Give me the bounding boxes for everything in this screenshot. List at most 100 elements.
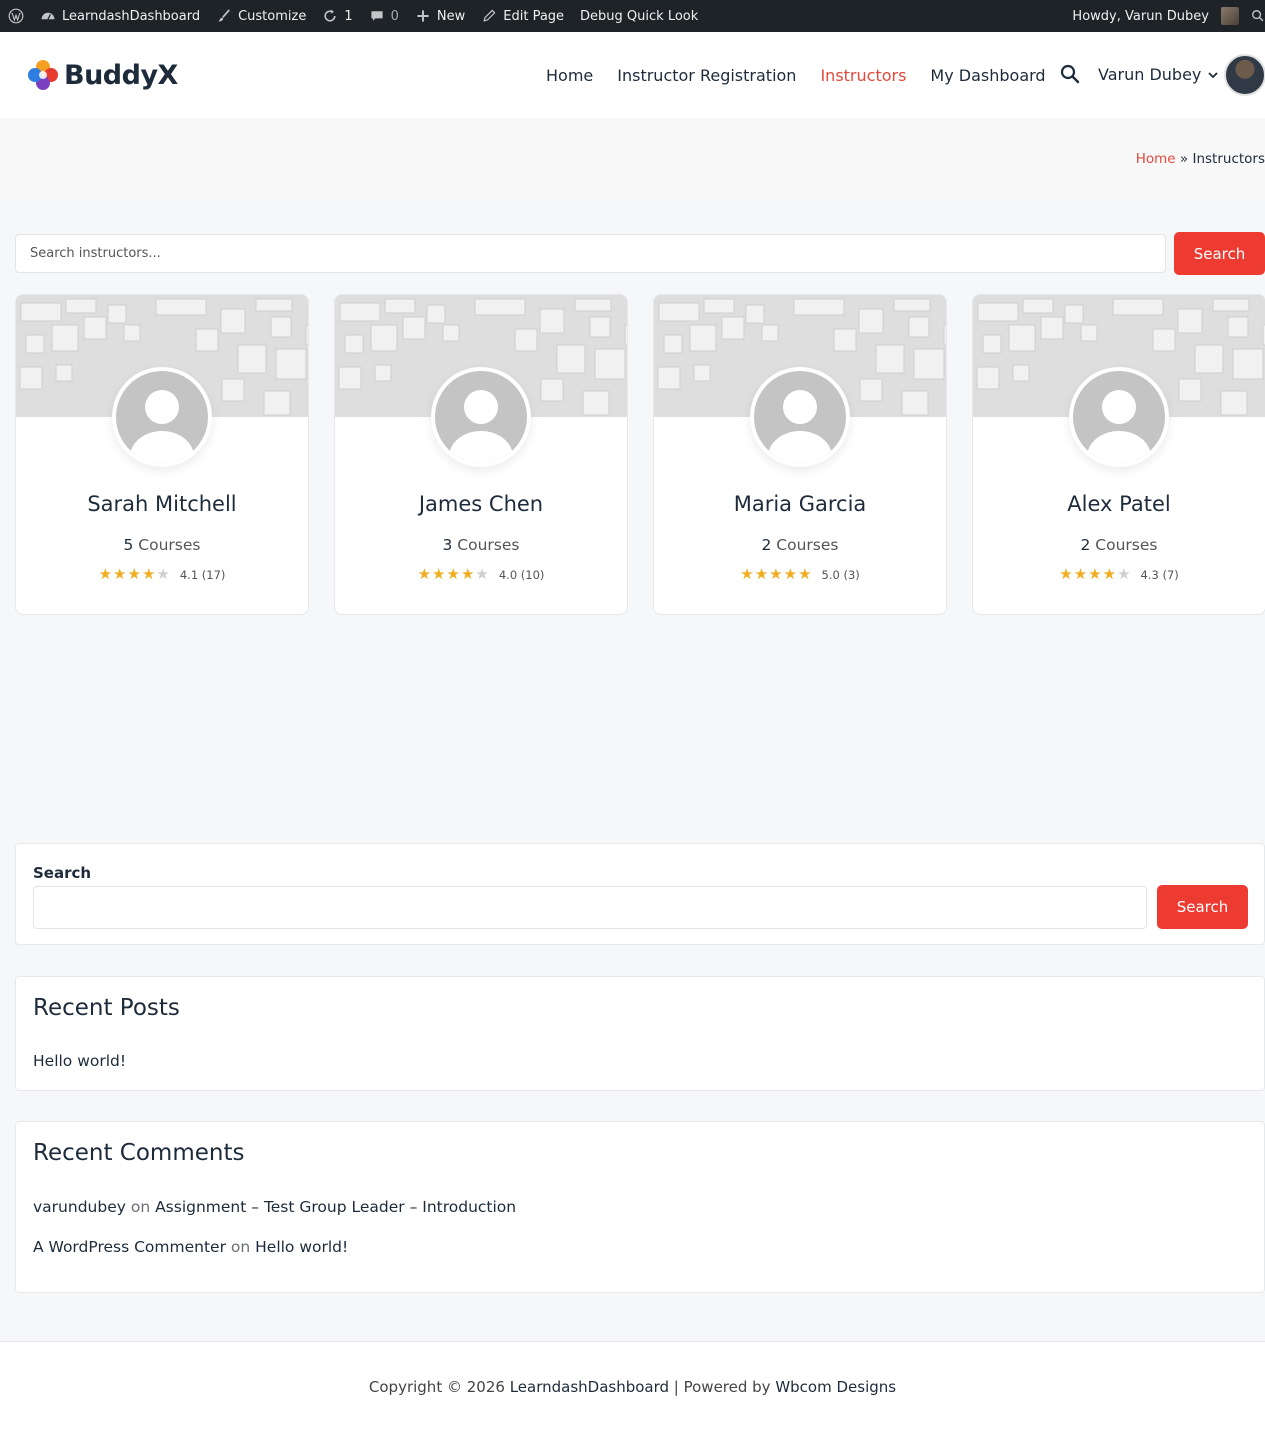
star-rating: ★ ★ ★ ★ ★ [99,567,170,582]
comment-author-link[interactable]: varundubey [33,1198,126,1216]
user-avatar[interactable] [1224,54,1265,96]
site-name-menu[interactable]: LearndashDashboard [32,0,208,32]
instructor-name[interactable]: Sarah Mitchell [16,492,308,516]
recent-comments-widget: Recent Comments varundubey on Assignment… [15,1121,1265,1293]
instructor-search-input[interactable] [15,234,1166,273]
customize-link[interactable]: Customize [208,0,314,32]
instructor-card[interactable]: Alex Patel 2 Courses ★ ★ ★ ★ ★ 4.3 (7) [972,294,1265,615]
instructor-name[interactable]: Maria Garcia [654,492,946,516]
refresh-icon [324,9,336,22]
star-icon: ★ [113,565,127,583]
default-avatar-icon [754,371,846,463]
rating-text: 5.0 (3) [821,567,860,582]
recent-comment-item: A WordPress Commenter on Hello world! [33,1238,349,1256]
edit-page-link[interactable]: Edit Page [473,0,572,32]
my-account-menu[interactable]: Howdy, Varun Dubey [1064,0,1247,32]
instructor-name[interactable]: Alex Patel [973,492,1265,516]
instructor-rating: ★ ★ ★ ★ ★ 5.0 (3) [654,567,946,582]
instructor-search-button[interactable]: Search [1174,232,1265,275]
default-avatar-icon [1073,371,1165,463]
instructor-avatar[interactable] [431,367,531,467]
star-icon: ★ [1088,565,1102,583]
instructor-courses: 2 Courses [761,536,839,554]
chevron-down-icon [1208,71,1219,78]
logo-text: BuddyX [64,59,178,91]
debug-quick-look-link[interactable]: Debug Quick Look [572,0,706,32]
search-widget-button[interactable]: Search [1157,885,1248,929]
rating-text: 4.3 (7) [1140,567,1179,582]
rating-text: 4.1 (17) [179,567,226,582]
star-icon: ★ [460,565,475,583]
search-widget: Search Search [15,843,1265,945]
instructor-courses: 3 Courses [442,536,520,554]
wordpress-icon [8,8,24,24]
star-icon: ★ [769,565,783,583]
comment-post-link[interactable]: Assignment – Test Group Leader – Introdu… [155,1198,516,1216]
instructor-courses: 5 Courses [123,536,201,554]
instructor-card[interactable]: Maria Garcia 2 Courses ★ ★ ★ ★ ★ 5.0 (3) [653,294,947,615]
new-content-menu[interactable]: New [407,0,473,32]
star-rating: ★ ★ ★ ★ ★ [740,567,811,582]
comment-bubble-icon [371,11,383,21]
instructor-rating: ★ ★ ★ ★ ★ 4.1 (17) [16,567,308,582]
nav-my-dashboard[interactable]: My Dashboard [930,66,1045,85]
search-icon[interactable] [1060,64,1080,84]
plus-icon [417,10,429,22]
star-rating: ★ ★ ★ ★ ★ [1059,567,1130,582]
search-icon [1252,10,1264,22]
comment-post-link[interactable]: Hello world! [255,1238,348,1256]
dashboard-icon [41,12,55,20]
admin-bar: LearndashDashboard Customize 1 0 New Edi… [0,0,1265,32]
star-icon: ★ [798,565,812,583]
user-menu[interactable]: Varun Dubey [1098,65,1219,84]
star-icon: ★ [417,565,432,583]
site-name: LearndashDashboard [62,8,201,24]
star-icon: ★ [754,565,769,583]
instructor-card[interactable]: Sarah Mitchell 5 Courses ★ ★ ★ ★ ★ 4.1 (17) [15,294,309,615]
default-avatar-icon [116,371,208,463]
recent-post-link[interactable]: Hello world! [33,1052,126,1070]
star-icon: ★ [1117,565,1131,583]
nav-instructors[interactable]: Instructors [820,66,906,85]
nav-instructor-registration[interactable]: Instructor Registration [617,66,796,85]
search-widget-input[interactable] [33,886,1147,929]
pencil-icon [483,9,496,22]
user-name: Varun Dubey [1098,65,1202,84]
instructor-avatar[interactable] [112,367,212,467]
updates-link[interactable]: 1 [314,0,360,32]
star-icon: ★ [141,565,156,583]
comment-author-link[interactable]: A WordPress Commenter [33,1238,226,1256]
recent-posts-title: Recent Posts [33,995,180,1021]
rating-text: 4.0 (10) [498,567,545,582]
adminbar-search[interactable] [1247,0,1265,32]
star-icon: ★ [740,565,754,583]
wordpress-logo-menu[interactable] [0,0,32,32]
instructor-rating: ★ ★ ★ ★ ★ 4.3 (7) [973,567,1265,582]
page-title-band: Home » Instructors [0,118,1265,200]
star-icon: ★ [1102,565,1117,583]
star-icon: ★ [156,565,170,583]
default-avatar-icon [435,371,527,463]
instructor-avatar[interactable] [750,367,850,467]
nav-home[interactable]: Home [546,66,593,85]
star-icon: ★ [475,565,489,583]
star-rating: ★ ★ ★ ★ ★ [418,567,489,582]
instructor-avatar[interactable] [1069,367,1169,467]
instructor-card[interactable]: James Chen 3 Courses ★ ★ ★ ★ ★ 4.0 (10) [334,294,628,615]
star-icon: ★ [446,565,460,583]
star-icon: ★ [432,565,446,583]
footer-powered-link[interactable]: Wbcom Designs [775,1378,896,1396]
recent-comment-item: varundubey on Assignment – Test Group Le… [33,1198,517,1216]
footer-site-link[interactable]: LearndashDashboard [510,1378,669,1396]
recent-posts-widget: Recent Posts Hello world! [15,976,1265,1091]
instructor-rating: ★ ★ ★ ★ ★ 4.0 (10) [335,567,627,582]
instructor-name[interactable]: James Chen [335,492,627,516]
breadcrumb: Home » Instructors [1135,151,1265,167]
star-icon: ★ [1059,565,1073,583]
comments-link[interactable]: 0 [361,0,407,32]
site-logo[interactable]: BuddyX [26,58,178,92]
recent-comments-title: Recent Comments [33,1140,245,1166]
breadcrumb-home[interactable]: Home [1136,151,1176,167]
admin-avatar [1221,7,1239,25]
instructor-courses: 2 Courses [1080,536,1158,554]
